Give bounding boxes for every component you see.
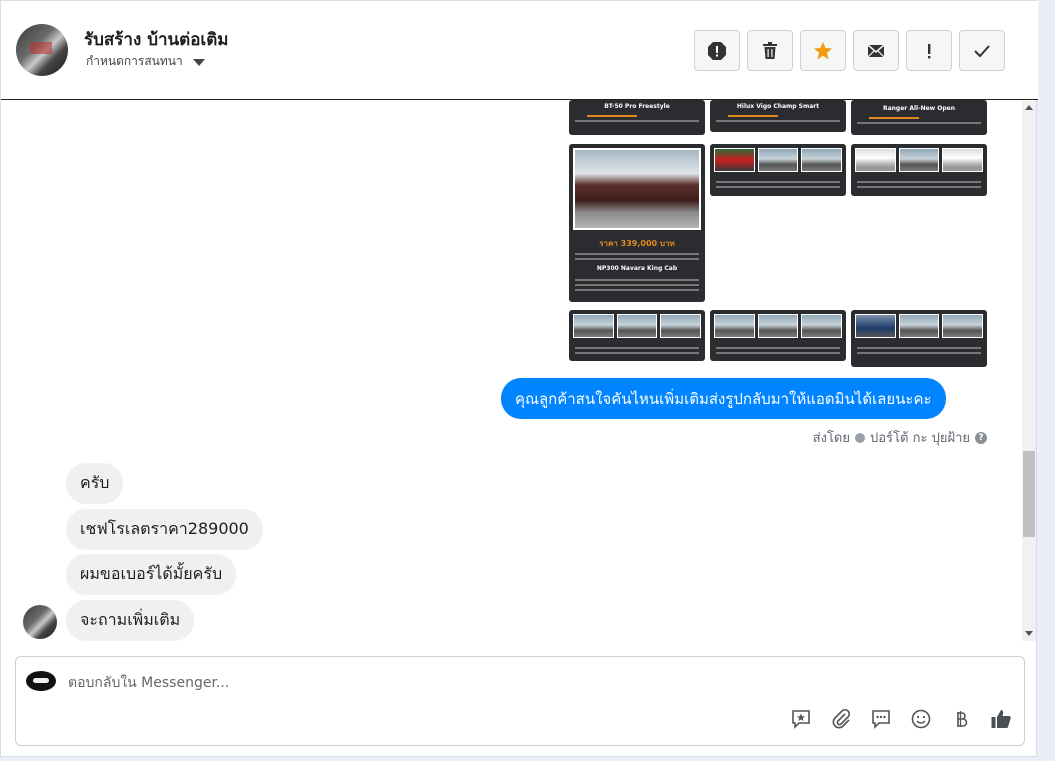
baht-icon xyxy=(956,710,967,727)
emoji-button[interactable] xyxy=(909,707,932,730)
thumbs-up-icon xyxy=(991,709,1011,728)
composer-tools xyxy=(789,707,1012,730)
mark-unread-button[interactable] xyxy=(853,30,899,71)
chat-icon xyxy=(871,709,890,729)
payment-button[interactable] xyxy=(949,707,972,730)
chevron-down-icon xyxy=(192,59,205,66)
image-attachment[interactable] xyxy=(851,310,987,367)
conversation-panel: รับสร้าง บ้านต่อเติม กำหนดการสนทนา BT-50… xyxy=(0,0,1038,757)
image-attachment[interactable]: BT-50 Pro Freestyle xyxy=(569,100,705,135)
done-button[interactable] xyxy=(959,30,1005,71)
scroll-down-icon[interactable] xyxy=(1025,631,1033,636)
scroll-up-icon[interactable] xyxy=(1025,105,1033,110)
check-icon xyxy=(974,44,990,57)
avatar xyxy=(23,605,57,639)
delete-button[interactable] xyxy=(747,30,793,71)
incoming-message[interactable]: เชฟโรเลตราคา289000 xyxy=(66,509,263,550)
spam-button[interactable] xyxy=(906,30,952,71)
car-photo xyxy=(573,148,701,230)
image-attachment[interactable]: Ranger All-New Open xyxy=(851,100,987,135)
incoming-message[interactable]: ครับ xyxy=(66,463,124,504)
sent-by-info: ส่งโดย ปอร์โต้ กะ ปุยฝ้าย ? xyxy=(813,427,987,448)
sender-name: ปอร์โต้ กะ ปุยฝ้าย xyxy=(870,431,970,446)
help-icon[interactable]: ? xyxy=(975,431,987,444)
report-button[interactable] xyxy=(694,30,740,71)
star-button[interactable] xyxy=(800,30,846,71)
attach-button[interactable] xyxy=(829,707,852,730)
image-attachment[interactable] xyxy=(710,144,846,196)
saved-reply-icon xyxy=(791,709,810,729)
image-attachment[interactable] xyxy=(569,310,705,361)
incoming-message[interactable]: ผมขอเบอร์ได้มั้ยครับ xyxy=(66,554,237,595)
image-attachment[interactable] xyxy=(851,144,987,196)
attachment-icon xyxy=(832,708,850,728)
scrollbar[interactable] xyxy=(1022,101,1036,641)
action-toolbar xyxy=(694,30,1005,71)
image-attachment[interactable] xyxy=(710,310,846,361)
exclamation-icon xyxy=(928,43,931,58)
conversation-menu-label: กำหนดการสนทนา xyxy=(86,54,183,68)
page-title: รับสร้าง บ้านต่อเติม xyxy=(84,30,229,50)
image-attachment[interactable]: Hilux Vigo Champ Smart xyxy=(710,100,846,132)
star-icon xyxy=(814,41,832,59)
incoming-message[interactable]: จะถามเพิ่มเติม xyxy=(66,600,195,641)
report-icon xyxy=(708,41,726,60)
verified-icon xyxy=(855,432,865,443)
image-attachment[interactable]: ราคา 339,000 บาท NP300 Navara King Cab xyxy=(569,144,705,302)
page-logo-icon xyxy=(26,671,56,691)
reply-input[interactable] xyxy=(68,671,968,695)
emoji-icon xyxy=(911,709,930,728)
saved-reply-button[interactable] xyxy=(789,707,812,730)
reply-composer xyxy=(15,656,1025,746)
conversation-header: รับสร้าง บ้านต่อเติม กำหนดการสนทนา xyxy=(1,1,1038,100)
scrollbar-thumb[interactable] xyxy=(1023,451,1035,537)
trash-icon xyxy=(763,41,777,59)
like-button[interactable] xyxy=(989,707,1012,730)
conversation-menu[interactable]: กำหนดการสนทนา xyxy=(86,52,205,71)
chat-button[interactable] xyxy=(869,707,892,730)
outgoing-message[interactable]: คุณลูกค้าสนใจคันไหนเพิ่มเติมส่งรูปกลับมา… xyxy=(501,378,946,419)
avatar[interactable] xyxy=(16,24,68,76)
envelope-icon xyxy=(867,43,885,57)
